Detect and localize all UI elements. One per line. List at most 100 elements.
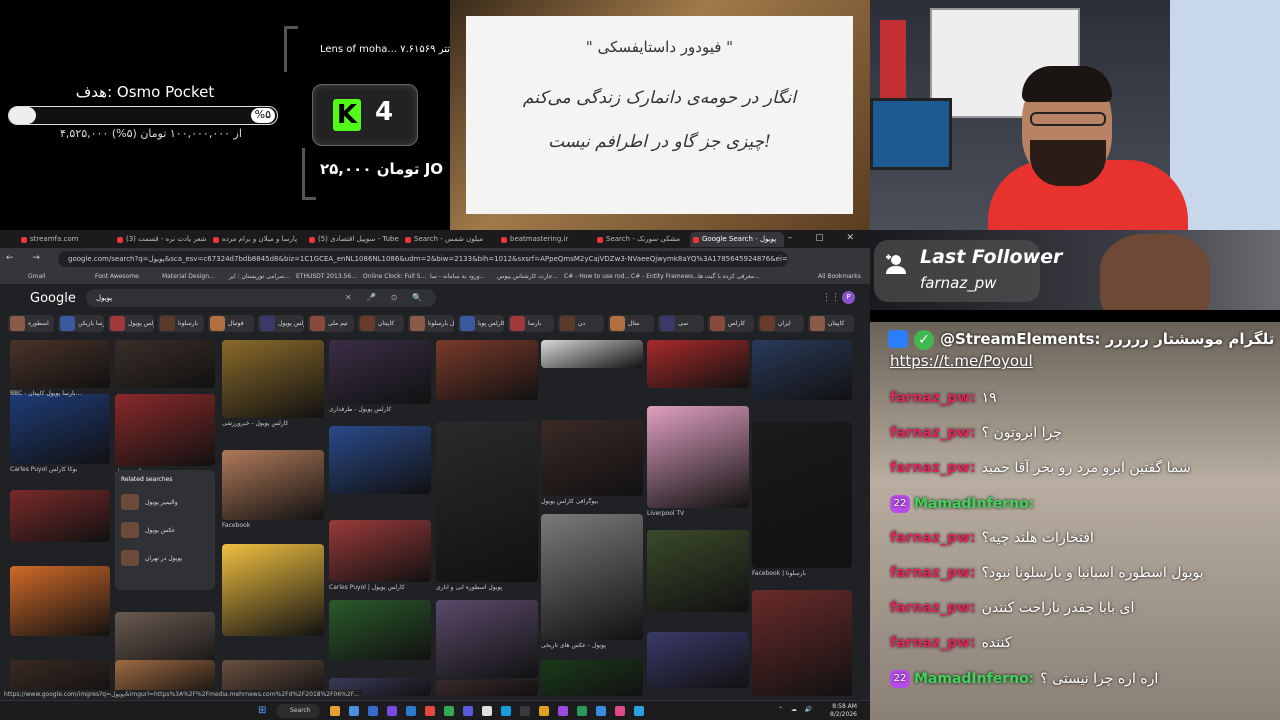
filter-chip[interactable]: کارلس پویول: [108, 315, 154, 332]
clock[interactable]: 8:58 AM 8/2/2026: [830, 703, 857, 719]
image-caption[interactable]: Liverpool TV: [647, 510, 747, 517]
image-caption[interactable]: پویول اسطوره آبی و اناری: [436, 584, 536, 591]
taskbar-app-icon[interactable]: [539, 706, 549, 716]
chat-username[interactable]: farnaz_pw:: [890, 530, 976, 546]
taskbar-app-icon[interactable]: [463, 706, 473, 716]
image-result[interactable]: [647, 340, 749, 388]
image-result[interactable]: [541, 420, 643, 496]
image-result[interactable]: [436, 680, 538, 696]
image-caption[interactable]: کارلس پویول - طرفداری: [329, 406, 429, 413]
bookmark-item[interactable]: C# - Entity Framewo...: [631, 273, 699, 280]
taskbar-app-icon[interactable]: [501, 706, 511, 716]
browser-tab[interactable]: beatmastering.ir: [498, 232, 592, 247]
image-result[interactable]: [541, 514, 643, 640]
image-result[interactable]: [647, 530, 749, 612]
bookmark-item[interactable]: Online Clock: Full S...: [363, 273, 426, 280]
chat-username[interactable]: MamadInferno:: [914, 671, 1034, 687]
image-result[interactable]: [222, 450, 324, 520]
chat-username[interactable]: farnaz_pw:: [890, 565, 976, 581]
system-tray[interactable]: ⌃ ☁ 🔊: [778, 706, 815, 713]
image-result[interactable]: [115, 394, 215, 466]
image-caption[interactable]: BBC - بارسا پویول کاپیتان...: [10, 390, 110, 397]
browser-tab[interactable]: Search - مشکی سورنک: [594, 232, 688, 247]
window-controls[interactable]: – ▢ ✕: [788, 233, 864, 243]
image-result[interactable]: [222, 544, 324, 636]
image-result[interactable]: [752, 590, 852, 696]
browser-tab[interactable]: streamfa.com: [18, 232, 112, 247]
taskbar-app-icon[interactable]: [577, 706, 587, 716]
filter-chip[interactable]: بارسا: [508, 315, 554, 332]
taskbar-app-icon[interactable]: [444, 706, 454, 716]
browser-tab[interactable]: پارسا و میلان و برام مرده: [210, 232, 304, 247]
chat-telegram-link[interactable]: https://t.me/Poyoul: [890, 352, 1033, 370]
bookmark-item[interactable]: Material Design...: [162, 273, 215, 280]
image-result[interactable]: [329, 520, 431, 582]
taskbar-app-icon[interactable]: [349, 706, 359, 716]
filter-chip[interactable]: کارلس پویول: [258, 315, 304, 332]
taskbar-app-icon[interactable]: [615, 706, 625, 716]
image-result[interactable]: [10, 490, 110, 542]
filter-chip[interactable]: اسطوره: [8, 315, 54, 332]
image-caption[interactable]: پویول - عکس های تاریخی: [541, 642, 641, 649]
bookmark-item[interactable]: ETHUSDT 2013.56...: [296, 273, 357, 280]
taskbar-app-icon[interactable]: [634, 706, 644, 716]
image-result[interactable]: [329, 340, 431, 404]
image-result[interactable]: [115, 340, 215, 388]
related-search-item[interactable]: واليمير پويول: [121, 492, 211, 512]
image-result[interactable]: [10, 394, 110, 464]
browser-tab[interactable]: (3) شعر یادت نره - قسمت: [114, 232, 208, 247]
image-result[interactable]: [752, 340, 852, 400]
filter-chip[interactable]: بارسلونا: [158, 315, 204, 332]
image-result[interactable]: [222, 340, 324, 418]
taskbar-app-icon[interactable]: [520, 706, 530, 716]
taskbar-app-icon[interactable]: [558, 706, 568, 716]
image-caption[interactable]: Facebook: [222, 522, 322, 529]
image-caption[interactable]: Facebook | بارسلونا: [752, 570, 852, 577]
image-result[interactable]: [541, 660, 643, 696]
bookmark-item[interactable]: Font Awesome: [95, 273, 139, 280]
bookmark-item[interactable]: C# - How to use rod...: [564, 273, 630, 280]
bookmark-item[interactable]: جارت کارشناس پیوس...: [497, 273, 558, 280]
image-result[interactable]: [329, 426, 431, 494]
filter-chip[interactable]: کارلس: [708, 315, 754, 332]
chat-username[interactable]: farnaz_pw:: [890, 425, 976, 441]
chat-username[interactable]: farnaz_pw:: [890, 635, 976, 651]
image-result[interactable]: [436, 600, 538, 678]
taskbar-app-icon[interactable]: [425, 706, 435, 716]
url-field[interactable]: google.com/search?q=پویول&sca_esv=c67324…: [58, 251, 788, 267]
image-result[interactable]: [10, 566, 110, 636]
image-result[interactable]: [436, 422, 538, 582]
taskbar-search[interactable]: Search: [276, 704, 320, 718]
chat-username[interactable]: farnaz_pw:: [890, 390, 976, 406]
bookmark-item[interactable]: سرامی توریستان : ایر...: [229, 273, 290, 280]
filter-chip[interactable]: مثال: [608, 315, 654, 332]
taskbar-app-icon[interactable]: [482, 706, 492, 716]
image-result[interactable]: [647, 632, 749, 688]
taskbar-app-icon[interactable]: [406, 706, 416, 716]
filter-chip[interactable]: بارسا بازیکن: [58, 315, 104, 332]
bookmark-item[interactable]: ورود به سامانه - سا...: [430, 273, 485, 280]
search-box-icons[interactable]: ✕ 🎤 ⊙ 🔍: [345, 293, 428, 302]
image-caption[interactable]: Carles Puyol | کارلس پویول: [329, 584, 429, 591]
filter-chip[interactable]: فوتبال: [208, 315, 254, 332]
filter-chip[interactable]: تیم ملی: [308, 315, 354, 332]
image-result[interactable]: [752, 422, 852, 568]
filter-chip[interactable]: کارلس پویا: [458, 315, 504, 332]
image-caption[interactable]: بیوگرافی کارلس پویول: [541, 498, 641, 505]
chat-username[interactable]: MamadInferno:: [914, 496, 1034, 512]
related-search-item[interactable]: پویول در تهران: [121, 548, 211, 568]
image-result[interactable]: [436, 340, 538, 400]
chat-username[interactable]: farnaz_pw:: [890, 600, 976, 616]
filter-chip[interactable]: کاپیتان: [358, 315, 404, 332]
filter-chip[interactable]: کاپیتان: [808, 315, 854, 332]
chat-username[interactable]: farnaz_pw:: [890, 460, 976, 476]
image-result[interactable]: [10, 340, 110, 388]
taskbar-app-icon[interactable]: [596, 706, 606, 716]
apps-grid-icon[interactable]: ⋮⋮: [822, 293, 840, 303]
bookmark-item[interactable]: معرفی کرده با گیت ها...: [698, 273, 760, 280]
bookmark-item[interactable]: All Bookmarks: [818, 273, 861, 280]
taskbar-app-icon[interactable]: [368, 706, 378, 716]
image-caption[interactable]: کارلس پویول - خبرورزشی: [222, 420, 322, 427]
search-input[interactable]: پویول ✕ 🎤 ⊙ 🔍: [86, 289, 436, 307]
related-search-item[interactable]: عکس پویول: [121, 520, 211, 540]
